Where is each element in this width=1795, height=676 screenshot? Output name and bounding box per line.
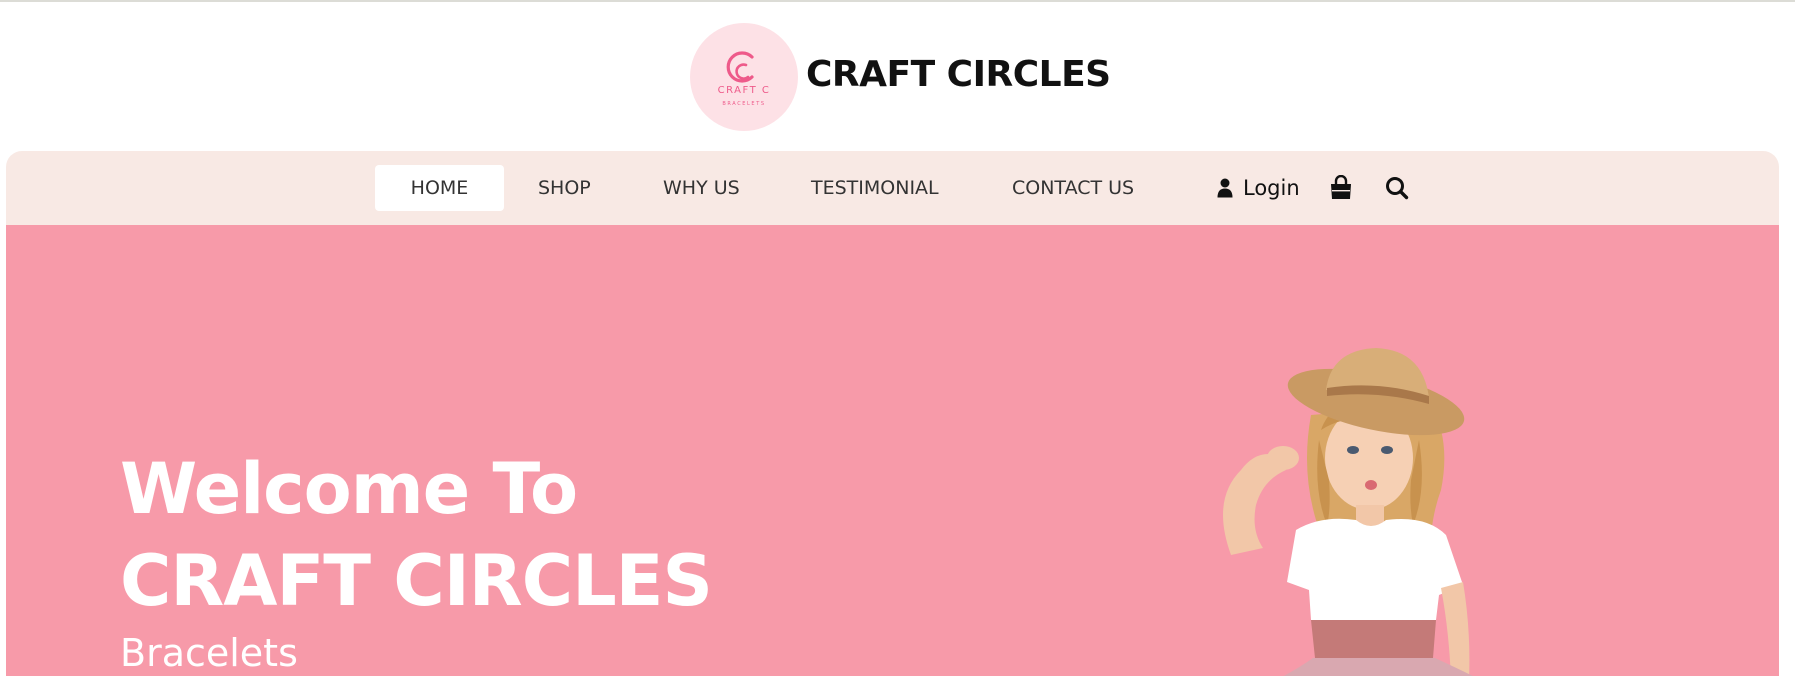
nav-item-why-us[interactable]: WHY US [663, 165, 740, 211]
shopping-bag-icon[interactable] [1328, 175, 1354, 201]
hero-banner: Welcome To CRAFT CIRCLES Bracelets [6, 225, 1779, 676]
main-navbar: HOME SHOP WHY US TESTIMONIAL CONTACT US … [6, 151, 1779, 225]
nav-item-testimonial[interactable]: TESTIMONIAL [811, 165, 939, 211]
hero-title-line-2: CRAFT CIRCLES [120, 540, 713, 622]
hero-subtitle: Bracelets [120, 631, 298, 675]
logo-c-mark-icon [726, 51, 754, 83]
login-link[interactable]: Login [1217, 165, 1300, 211]
brand-name[interactable]: CRAFT CIRCLES [806, 54, 1111, 95]
login-label: Login [1243, 176, 1300, 200]
hero-title-line-1: Welcome To [120, 448, 578, 530]
logo-text: CRAFT C [717, 85, 771, 96]
brand-logo[interactable]: CRAFT C BRACELETS [690, 23, 798, 131]
brand-header[interactable]: CRAFT C BRACELETS CRAFT CIRCLES [690, 22, 1111, 132]
hero-title: Welcome To CRAFT CIRCLES [120, 443, 713, 627]
search-icon[interactable] [1384, 175, 1410, 201]
top-divider [0, 0, 1795, 2]
page: CRAFT C BRACELETS CRAFT CIRCLES HOME SHO… [0, 0, 1795, 676]
hero-girl-image [1223, 348, 1473, 676]
nav-item-shop[interactable]: SHOP [538, 165, 591, 211]
user-icon [1217, 178, 1233, 198]
logo-subtext: BRACELETS [722, 101, 766, 107]
nav-item-contact-us[interactable]: CONTACT US [1012, 165, 1134, 211]
nav-item-home[interactable]: HOME [375, 165, 504, 211]
